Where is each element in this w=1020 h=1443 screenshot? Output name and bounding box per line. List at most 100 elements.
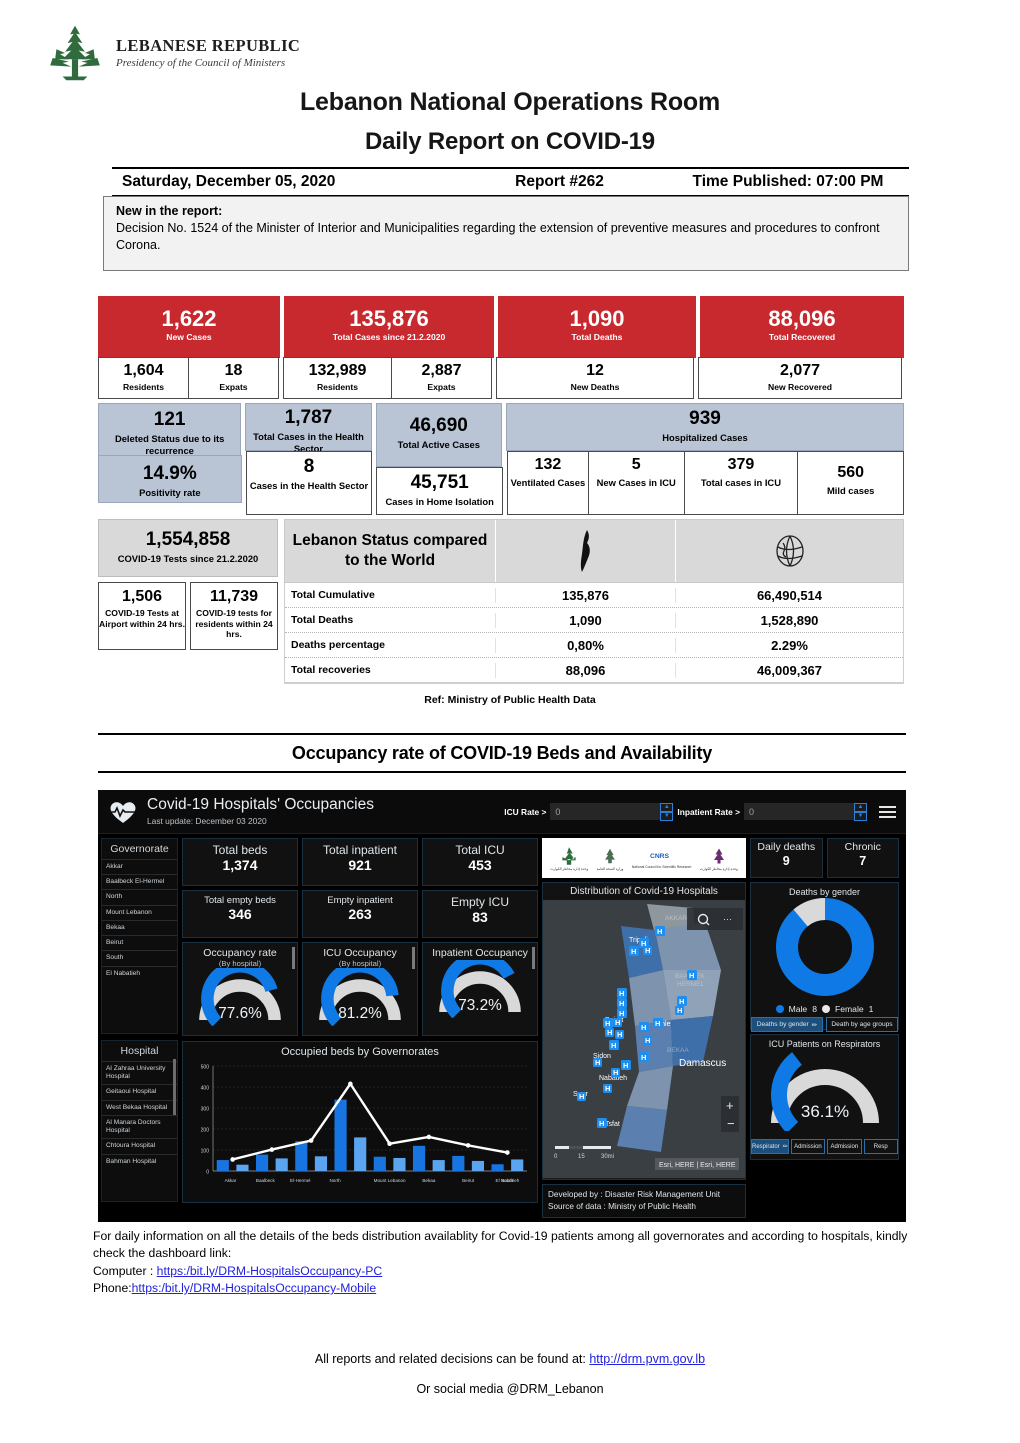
kpi-row-top: Total beds 1,374 Total inpatient 921 Tot… (182, 838, 538, 886)
stat-tests-airport: 1,506 COVID-19 Tests at Airport within 2… (98, 582, 186, 650)
stat-value: 1,604 (123, 362, 164, 379)
deaths-kpi-row: Daily deaths 9 Chronic 7 (750, 838, 899, 878)
map-canvas[interactable]: AKKAR BAALBEK HERMEL BEKAA Tripoli Beiru… (543, 900, 746, 1178)
spin-up-icon[interactable]: ▲ (854, 803, 867, 812)
tab-deaths-by-gender[interactable]: Deaths by gender ✏ (751, 1017, 823, 1032)
stat-value: 939 (689, 408, 721, 429)
list-item[interactable]: West Bekaa Hospital (102, 1099, 177, 1115)
inpatient-rate-label: Inpatient Rate > (677, 806, 740, 817)
tab-label: Resp (873, 1143, 888, 1150)
donut-chart-svg (775, 898, 874, 996)
dashboard-last-update: Last update: December 03 2020 (147, 815, 267, 826)
icu-rate-stepper[interactable]: ▲▼ (550, 803, 674, 821)
hospital-filter-list[interactable]: Hospital Al Zahraa University Hospital G… (101, 1040, 178, 1202)
legend-swatch-male (775, 1005, 784, 1013)
list-item[interactable]: Al Zahraa University Hospital (102, 1061, 177, 1084)
spin-down-icon[interactable]: ▼ (660, 812, 674, 821)
reference-line: Ref: Ministry of Public Health Data (424, 694, 596, 706)
list-item[interactable]: Akkar (102, 859, 177, 874)
svg-text:H: H (619, 1009, 624, 1018)
stat-new-expats: 18 Expats (188, 357, 279, 399)
svg-text:H: H (605, 1084, 610, 1093)
list-scrollbar[interactable] (173, 1059, 176, 1115)
tab-label: Deaths by gender (756, 1021, 809, 1028)
pencil-icon[interactable]: ✏ (812, 1021, 818, 1029)
stat-label: New Deaths (570, 381, 620, 392)
map-title: Distribution of Covid-19 Hospitals (543, 883, 745, 900)
stat-label: Expats (219, 381, 248, 392)
footer-reports-row: All reports and related decisions can be… (0, 1352, 1020, 1366)
icu-rate-label: ICU Rate > (504, 806, 547, 817)
dashboard-filters: ICU Rate > ▲▼ Inpatient Rate > ▲▼ (504, 803, 896, 821)
tab-resp[interactable]: Resp (863, 1139, 898, 1154)
svg-text:Baalbeck: Baalbeck (256, 1178, 276, 1183)
tab-admission-2[interactable]: Admission (827, 1139, 862, 1154)
section-heading: Occupancy rate of COVID-19 Beds and Avai… (98, 733, 906, 773)
stat-ventilated: 132 Ventilated Cases (507, 451, 589, 515)
list-item[interactable]: South (102, 950, 177, 965)
svg-text:H: H (655, 1019, 660, 1028)
stat-label: Total Deaths (571, 332, 623, 343)
svg-text:H: H (631, 947, 636, 956)
stat-active-cases: 46,690 Total Active Cases (375, 403, 502, 467)
kpi-label: Total empty beds (204, 895, 276, 906)
governorate-filter-list[interactable]: Governorate Akkar Baalbeck El-Hermel Nor… (101, 838, 178, 1034)
hospital-distribution-map[interactable]: Distribution of Covid-19 Hospitals AKKAR… (542, 882, 746, 1180)
list-item[interactable]: Beirut (102, 935, 177, 950)
spin-up-icon[interactable]: ▲ (660, 803, 674, 812)
stat-value: 1,090 (569, 306, 625, 331)
icu-rate-spin-buttons[interactable]: ▲ ▼ (660, 803, 674, 821)
new-in-report-body: Decision No. 1524 of the Minister of Int… (116, 221, 880, 252)
section-title: Occupancy rate of COVID-19 Beds and Avai… (291, 742, 713, 763)
gauge-arc: 73.2% (439, 952, 521, 1019)
credits-developed-by: Developed by : Disaster Risk Management … (548, 1190, 721, 1199)
list-item[interactable]: Bahman Hospital (102, 1153, 177, 1169)
list-item[interactable]: Mount Lebanon (102, 904, 177, 920)
chart-title: Deaths by gender (788, 887, 861, 897)
kpi-total-icu: Total ICU 453 (422, 838, 538, 886)
inpatient-rate-spin-buttons[interactable]: ▲ ▼ (854, 803, 867, 821)
svg-text:−: − (727, 1116, 735, 1131)
svg-text:North: North (329, 1178, 341, 1183)
logo-caption: National Council for Scientific Research (631, 864, 692, 869)
row-lebanon-value: 135,876 (495, 587, 675, 603)
list-item[interactable]: North (102, 889, 177, 904)
list-item[interactable]: Baalbeck El-Hermel (102, 874, 177, 889)
list-item[interactable]: Bekaa (102, 919, 177, 935)
tab-label: Respirator (752, 1143, 780, 1150)
inpatient-rate-input[interactable] (744, 803, 854, 820)
hamburger-menu-icon[interactable] (879, 803, 896, 821)
list-item[interactable]: Chtoura Hospital (102, 1138, 177, 1153)
stat-label: Total Cases since 21.2.2020 (332, 332, 446, 343)
icu-rate-input[interactable] (550, 803, 661, 820)
row-lebanon-value: 0,80% (495, 637, 675, 653)
legend-label-female: Female (834, 1004, 864, 1014)
kpi-chronic: Chronic 7 (826, 838, 899, 878)
reports-link[interactable]: http://drm.pvm.gov.lb (589, 1352, 705, 1366)
svg-text:Mount Lebanon: Mount Lebanon (374, 1178, 406, 1183)
list-item[interactable]: El Nabatieh (102, 965, 177, 981)
logo-drm: وحدة إدارة مخاطر الكوارث (550, 843, 588, 873)
panel-scrollbar[interactable] (412, 947, 415, 969)
stat-value: 135,876 (349, 306, 429, 331)
list-item[interactable]: Geitaoui Hospital (102, 1084, 177, 1099)
tab-death-by-age-groups[interactable]: Death by age groups (826, 1017, 898, 1032)
logo-fourth: وحدة إدارة مخاطر الكوارث (700, 843, 738, 873)
svg-text:30mi: 30mi (601, 1154, 614, 1160)
credits-source: Source of data : Ministry of Public Heal… (548, 1201, 696, 1211)
tab-admission-1[interactable]: Admission (790, 1139, 826, 1154)
panel-scrollbar[interactable] (532, 947, 535, 969)
pencil-icon[interactable]: ✏ (783, 1143, 788, 1150)
table-row: Total Deaths 1,090 1,528,890 (285, 608, 903, 633)
tab-respirator[interactable]: Respirator ✏ (751, 1139, 789, 1154)
inpatient-rate-stepper[interactable]: ▲▼ (744, 803, 867, 821)
stat-value: 8 (303, 456, 315, 477)
spin-down-icon[interactable]: ▼ (854, 812, 867, 821)
stat-value: 12 (586, 362, 604, 379)
stat-total-recovered: 88,096 Total Recovered (700, 296, 904, 358)
list-item[interactable]: Al Manara Doctors Hospital (102, 1114, 177, 1138)
stat-label: COVID-19 Tests since 21.2.2020 (117, 552, 259, 564)
phone-dashboard-link[interactable]: https:/bit.ly/DRM-HospitalsOccupancy-Mob… (132, 1281, 377, 1295)
panel-scrollbar[interactable] (292, 947, 295, 969)
computer-dashboard-link[interactable]: https:/bit.ly/DRM-HospitalsOccupancy-PC (157, 1264, 383, 1278)
